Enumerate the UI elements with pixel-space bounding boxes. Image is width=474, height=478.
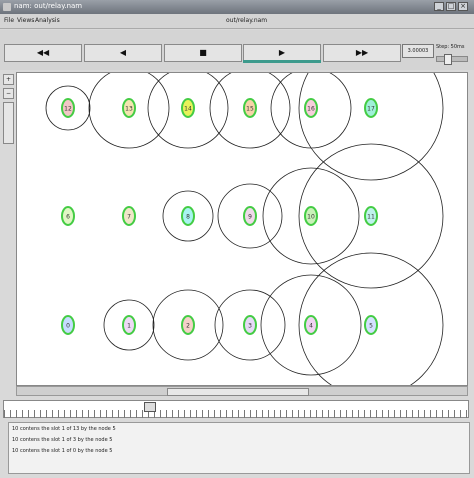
network-node[interactable]: 6 <box>61 206 75 226</box>
app-icon <box>3 3 11 11</box>
node-label: 10 <box>307 214 315 221</box>
network-node[interactable]: 15 <box>243 98 257 118</box>
network-node[interactable]: 7 <box>122 206 136 226</box>
zoom-in-icon[interactable]: + <box>3 74 14 85</box>
menu-views[interactable]: Views <box>17 17 34 24</box>
timeline-slider[interactable] <box>3 400 469 418</box>
network-node[interactable]: 17 <box>364 98 378 118</box>
scrollbar-thumb[interactable] <box>167 388 309 396</box>
timeline-thumb[interactable] <box>144 402 156 412</box>
back-icon: ◀ <box>119 48 127 57</box>
range-circle <box>298 73 444 181</box>
network-node[interactable]: 3 <box>243 315 257 335</box>
network-node[interactable]: 14 <box>181 98 195 118</box>
network-node[interactable]: 5 <box>364 315 378 335</box>
node-label: 17 <box>367 106 375 113</box>
annotation-log: 10 contens the slot 1 of 13 by the node … <box>8 422 470 474</box>
rewind-button[interactable]: ◀◀ <box>4 44 82 62</box>
node-label: 12 <box>64 106 72 113</box>
node-label: 3 <box>248 323 252 330</box>
network-node[interactable]: 0 <box>61 315 75 335</box>
node-label: 2 <box>186 323 190 330</box>
node-label: 5 <box>369 323 373 330</box>
network-canvas[interactable]: 12 13 14 15 16 17 6 7 8 9 10 11 0 1 2 3 4 5 <box>16 72 468 386</box>
zoom-toolstrip: + − <box>3 74 14 164</box>
step-slider[interactable] <box>436 54 468 65</box>
node-label: 14 <box>184 106 192 113</box>
node-label: 1 <box>127 323 131 330</box>
node-label: 13 <box>125 106 133 113</box>
node-label: 11 <box>367 214 375 221</box>
time-display: 3.00003 <box>402 44 434 58</box>
network-svg: 12 13 14 15 16 176 7 8 9 10 110 1 2 3 4 5 <box>45 73 444 385</box>
node-label: 7 <box>127 214 131 221</box>
stop-button[interactable]: ■ <box>164 44 242 62</box>
log-line: 10 contens the slot 1 of 3 by the node 5 <box>12 437 113 443</box>
node-label: 0 <box>66 323 70 330</box>
step-label: Step: 50ms <box>436 44 465 50</box>
horizontal-scrollbar[interactable] <box>16 386 468 396</box>
timeline-ticks <box>4 410 468 418</box>
network-node[interactable]: 4 <box>304 315 318 335</box>
stop-icon: ■ <box>199 48 207 57</box>
fast-forward-icon: ▶▶ <box>355 48 369 57</box>
step-slider-thumb[interactable] <box>444 54 452 65</box>
trace-filename: out/relay.nam <box>226 17 268 24</box>
network-node[interactable]: 16 <box>304 98 318 118</box>
node-label: 9 <box>248 214 252 221</box>
log-line: 10 contens the slot 1 of 13 by the node … <box>12 426 116 432</box>
zoom-out-icon[interactable]: − <box>3 88 14 99</box>
menu-file[interactable]: File <box>4 17 14 24</box>
network-node[interactable]: 2 <box>181 315 195 335</box>
network-node[interactable]: 8 <box>181 206 195 226</box>
step-back-button[interactable]: ◀ <box>84 44 162 62</box>
rewind-icon: ◀◀ <box>36 48 50 57</box>
network-node[interactable]: 10 <box>304 206 318 226</box>
node-label: 6 <box>66 214 70 221</box>
play-active-indicator <box>243 60 321 63</box>
node-label: 4 <box>309 323 313 330</box>
title-bar: nam: out/relay.nam _ □ × <box>0 0 474 14</box>
fast-forward-button[interactable]: ▶▶ <box>323 44 401 62</box>
menu-analysis[interactable]: Analysis <box>35 17 60 24</box>
menu-bar: File Views Analysis out/relay.nam <box>0 14 474 29</box>
play-icon: ▶ <box>278 48 286 57</box>
close-button[interactable]: × <box>458 2 468 11</box>
network-node[interactable]: 9 <box>243 206 257 226</box>
log-line: 10 contens the slot 1 of 0 by the node 5 <box>12 448 113 454</box>
network-node[interactable]: 13 <box>122 98 136 118</box>
network-node[interactable]: 12 <box>61 98 75 118</box>
node-label: 16 <box>307 106 315 113</box>
window-title: nam: out/relay.nam <box>14 2 83 10</box>
minimize-button[interactable]: _ <box>434 2 444 11</box>
vertical-zoom-slider[interactable] <box>3 102 14 144</box>
network-node[interactable]: 1 <box>122 315 136 335</box>
network-node[interactable]: 11 <box>364 206 378 226</box>
node-label: 15 <box>246 106 254 113</box>
maximize-button[interactable]: □ <box>446 2 456 11</box>
node-label: 8 <box>186 214 190 221</box>
